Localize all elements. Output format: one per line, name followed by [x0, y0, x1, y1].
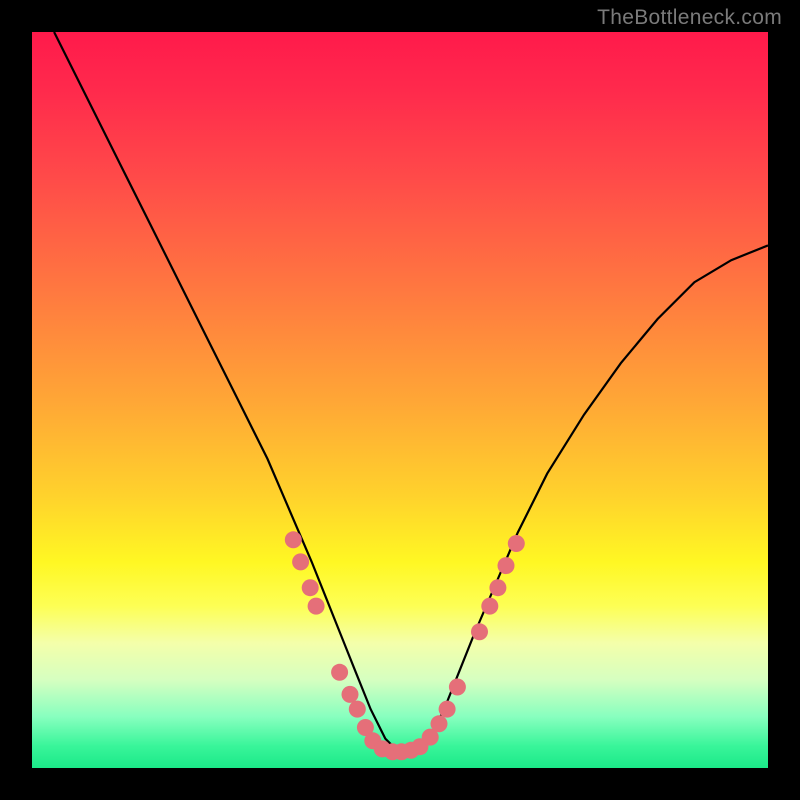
highlight-dot	[498, 557, 515, 574]
highlight-dot	[449, 679, 466, 696]
highlight-dot	[331, 664, 348, 681]
highlight-dot	[439, 701, 456, 718]
highlight-dot	[285, 531, 302, 548]
highlight-dot	[292, 553, 309, 570]
watermark-text: TheBottleneck.com	[597, 6, 782, 30]
highlight-dot	[481, 598, 498, 615]
highlight-dot	[302, 579, 319, 596]
highlight-dot	[508, 535, 525, 552]
highlight-dot	[342, 686, 359, 703]
highlight-dots-group	[285, 531, 525, 760]
highlight-dot	[349, 701, 366, 718]
highlight-dot	[471, 623, 488, 640]
bottleneck-curve	[54, 32, 768, 753]
chart-overlay-svg	[32, 32, 768, 768]
chart-plot-area	[32, 32, 768, 768]
highlight-dot	[308, 598, 325, 615]
highlight-dot	[489, 579, 506, 596]
highlight-dot	[431, 715, 448, 732]
